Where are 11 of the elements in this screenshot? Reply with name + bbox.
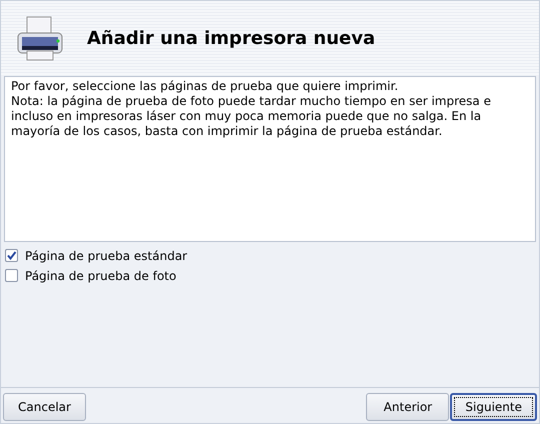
description-text: Nota: la página de prueba de foto puede tardar mucho tiempo en ser impresa e incluso en impresoras láser con muy poca memoria puede que no salga. En la mayoría de los casos, basta con imprimir la página de prueba estándar. [11, 94, 492, 139]
description-text: Por favor, seleccione las páginas de prueba que quiere imprimir. [11, 79, 400, 94]
checkbox[interactable] [5, 269, 18, 282]
checkbox-label: Página de prueba de foto [25, 268, 176, 282]
checkbox[interactable] [5, 249, 18, 262]
next-button[interactable]: Siguiente [450, 393, 537, 421]
dialog-title: Añadir una impresora nueva [87, 28, 376, 48]
printer-icon [15, 15, 65, 61]
checkbox-label: Página de prueba estándar [25, 248, 188, 262]
back-button[interactable]: Anterior [366, 393, 450, 421]
cancel-button[interactable]: Cancelar [3, 393, 86, 421]
